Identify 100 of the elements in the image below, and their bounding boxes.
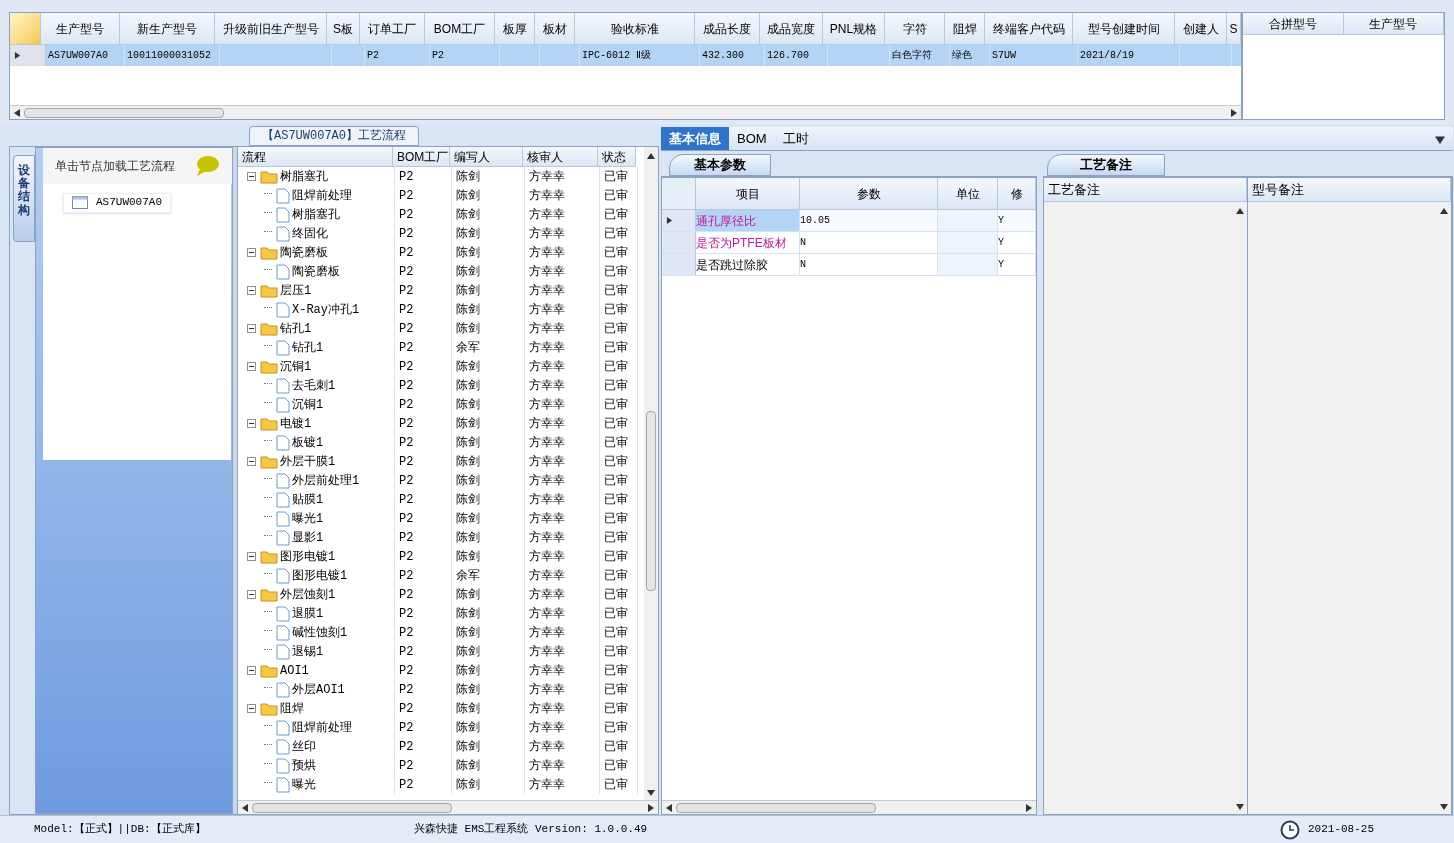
tree-node-label[interactable]: 曝光1 [292, 509, 324, 528]
scroll-up-icon[interactable] [1236, 206, 1244, 214]
tree-node-label[interactable]: 退膜1 [292, 604, 324, 623]
tree-node-label[interactable]: 终固化 [292, 224, 328, 243]
scroll-right-icon[interactable] [1025, 803, 1033, 812]
column-header[interactable]: BOM工厂 [393, 147, 450, 167]
tree-node-label[interactable]: 退锡1 [292, 642, 324, 661]
tree-node-label[interactable]: 阻焊前处理 [292, 186, 352, 205]
scroll-down-icon[interactable] [647, 788, 655, 796]
column-header[interactable]: BOM工厂 [425, 13, 495, 45]
collapse-icon[interactable] [247, 666, 256, 675]
tree-node-label[interactable]: 树脂塞孔 [280, 167, 328, 186]
tree-node-label[interactable]: 外层干膜1 [280, 452, 336, 471]
column-header[interactable]: 验收标准 [575, 13, 695, 45]
scroll-down-icon[interactable] [1236, 802, 1244, 810]
tree-node-label[interactable]: 丝印 [292, 737, 316, 756]
collapse-icon[interactable] [247, 324, 256, 333]
column-header[interactable]: 参数 [800, 178, 938, 210]
collapse-icon[interactable] [247, 704, 256, 713]
scroll-left-icon[interactable] [241, 803, 249, 812]
row-pointer-icon[interactable] [14, 52, 21, 59]
row-pointer-icon[interactable] [666, 217, 673, 224]
tree-node-label[interactable]: 曝光 [292, 775, 316, 794]
tree-node-label[interactable]: 外层前处理1 [292, 471, 360, 490]
column-header[interactable]: 生产型号 [1343, 13, 1444, 35]
column-header[interactable]: 板材 [535, 13, 575, 45]
tree-node-label[interactable]: 去毛刺1 [292, 376, 336, 395]
table-row[interactable]: 是否为PTFE板材 N Y [662, 232, 1036, 254]
sub-tab[interactable]: 工艺备注 [1047, 154, 1165, 176]
scroll-right-icon[interactable] [647, 803, 655, 812]
column-header[interactable]: 单位 [938, 178, 998, 210]
scroll-thumb[interactable] [252, 802, 452, 813]
scroll-thumb[interactable] [646, 411, 656, 591]
collapse-icon[interactable] [247, 590, 256, 599]
column-header[interactable]: 新生产型号 [120, 13, 215, 45]
tree-node-label[interactable]: X-Ray冲孔1 [292, 300, 360, 319]
column-header[interactable]: 成品长度 [695, 13, 760, 45]
sub-tab[interactable]: 基本参数 [669, 154, 771, 176]
horizontal-scrollbar[interactable] [238, 800, 658, 814]
column-header[interactable]: S [1227, 13, 1241, 45]
column-header[interactable]: 合拼型号 [1243, 13, 1344, 35]
scroll-thumb[interactable] [676, 802, 876, 813]
column-header[interactable]: S板 [327, 13, 360, 45]
scroll-up-icon[interactable] [1440, 206, 1448, 214]
column-header[interactable]: 终端客户代码 [985, 13, 1073, 45]
tree-node-label[interactable]: 外层AOI1 [292, 680, 345, 699]
horizontal-scrollbar[interactable] [662, 800, 1036, 814]
tree-node-label[interactable]: 钻孔1 [292, 338, 324, 357]
column-header[interactable]: 字符 [885, 13, 945, 45]
column-header[interactable]: 成品宽度 [760, 13, 823, 45]
tree-node-label[interactable]: 陶瓷磨板 [292, 262, 340, 281]
tree-node-label[interactable]: 外层蚀刻1 [280, 585, 336, 604]
tree-node-label[interactable]: 阻焊 [280, 699, 304, 718]
column-header[interactable]: 项目 [696, 178, 800, 210]
notes-area[interactable]: 工艺备注 [1044, 178, 1248, 814]
scroll-right-icon[interactable] [1230, 108, 1238, 117]
tree-node-label[interactable]: 沉铜1 [292, 395, 324, 414]
tree-node-label[interactable]: 贴膜1 [292, 490, 324, 509]
collapse-icon[interactable] [247, 248, 256, 257]
column-header[interactable]: 升级前旧生产型号 [215, 13, 327, 45]
column-header[interactable]: 创建人 [1175, 13, 1227, 45]
column-header[interactable]: 生产型号 [41, 13, 120, 45]
tree-node-label[interactable]: 电镀1 [280, 414, 312, 433]
tree-node-label[interactable]: AOI1 [280, 661, 309, 680]
tree-node-label[interactable]: 层压1 [280, 281, 312, 300]
collapse-icon[interactable] [247, 457, 256, 466]
table-row[interactable]: 是否跳过除胶 N Y [662, 254, 1036, 276]
tree-item[interactable]: AS7UW007A0 [63, 192, 171, 213]
table-row[interactable]: AS7UW007A0 10011000031052 P2 P2 IPC-6012 Ⅱ级 432.300 126.700 白色字符 绿色 S7UW 2021/8/19 [10, 45, 1241, 66]
vertical-scrollbar[interactable] [644, 147, 658, 800]
column-header[interactable]: 订单工厂 [360, 13, 425, 45]
tab[interactable]: 工时 [774, 127, 817, 150]
tree-node-label[interactable]: 碱性蚀刻1 [292, 623, 348, 642]
column-header[interactable]: 板厚 [495, 13, 535, 45]
tree-node-label[interactable]: 图形电镀1 [292, 566, 348, 585]
collapse-icon[interactable] [247, 172, 256, 181]
column-header[interactable]: 核审人 [523, 147, 598, 167]
tree-node-label[interactable]: 沉铜1 [280, 357, 312, 376]
tab[interactable]: 基本信息 [661, 127, 729, 150]
column-header[interactable]: 阻焊 [945, 13, 985, 45]
scroll-up-icon[interactable] [647, 151, 655, 159]
tree-node-label[interactable]: 钻孔1 [280, 319, 312, 338]
column-header[interactable]: 修 [998, 178, 1036, 210]
column-header[interactable]: 型号创建时间 [1073, 13, 1175, 45]
table-row[interactable]: 通孔厚径比 10.05 Y [662, 210, 1036, 232]
notes-area[interactable]: 型号备注 [1248, 178, 1452, 814]
tree-node-label[interactable]: 阻焊前处理 [292, 718, 352, 737]
tree-node-label[interactable]: 陶瓷磨板 [280, 243, 328, 262]
collapse-icon[interactable] [247, 419, 256, 428]
vertical-side-tab[interactable]: 设备结构 [13, 155, 35, 242]
scroll-left-icon[interactable] [665, 803, 673, 812]
tree-node-label[interactable]: 树脂塞孔 [292, 205, 340, 224]
column-header[interactable]: PNL规格 [823, 13, 885, 45]
tree-node-label[interactable]: 图形电镀1 [280, 547, 336, 566]
column-header[interactable]: 状态 [598, 147, 636, 167]
horizontal-scrollbar[interactable] [10, 105, 1241, 119]
tree-node-label[interactable]: 显影1 [292, 528, 324, 547]
tree-node-label[interactable]: 预烘 [292, 756, 316, 775]
collapse-icon[interactable] [247, 362, 256, 371]
tree-node-label[interactable]: 板镀1 [292, 433, 324, 452]
